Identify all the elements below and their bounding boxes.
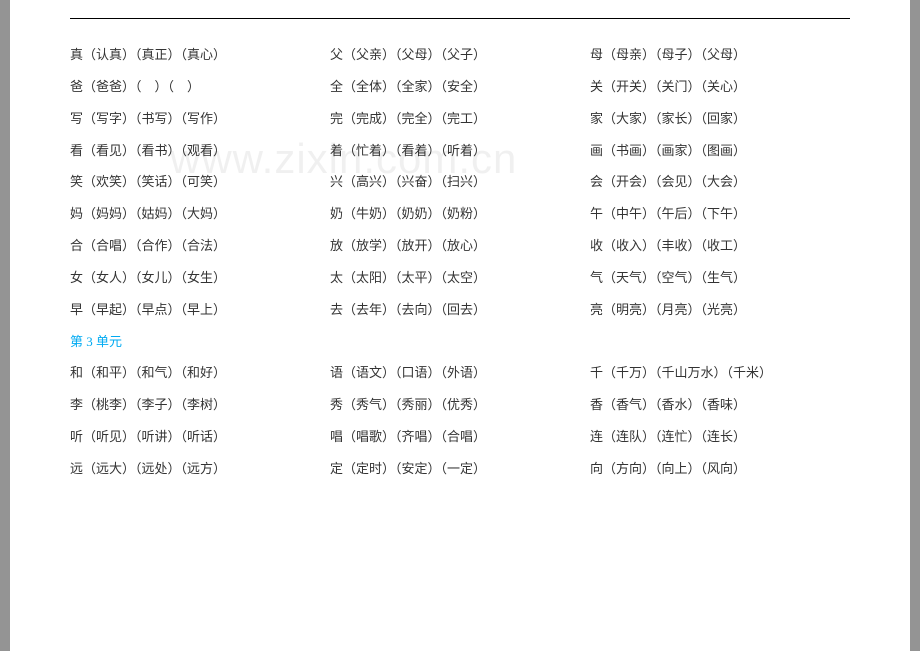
vocab-row: 远（远大）（远处）（远方）定（定时）（安定）（一定）向（方向）（向上）（风向） (70, 453, 850, 485)
cell: 完（完成）（完全）（完工） (330, 103, 590, 135)
cell: 远（远大）（远处）（远方） (70, 453, 330, 485)
vocab-row: 笑（欢笑）（笑话）（可笑）兴（高兴）（兴奋）（扫兴）会（开会）（会见）（大会） (70, 166, 850, 198)
top-rule (70, 18, 850, 19)
cell: 秀（秀气）（秀丽）（优秀） (330, 389, 590, 421)
cell: 和（和平）（和气）（和好） (70, 357, 330, 389)
cell: 兴（高兴）（兴奋）（扫兴） (330, 166, 590, 198)
cell: 女（女人）（女儿）（女生） (70, 262, 330, 294)
cell: 真（认真）（真正）（真心） (70, 39, 330, 71)
cell: 母（母亲）（母子）（父母） (590, 39, 746, 71)
content-block-1: 真（认真）（真正）（真心）父（父亲）（父母）（父子）母（母亲）（母子）（父母） … (70, 39, 850, 326)
vocab-row: 妈（妈妈）（姑妈）（大妈）奶（牛奶）（奶奶）（奶粉）午（中午）（午后）（下午） (70, 198, 850, 230)
vocab-row: 女（女人）（女儿）（女生）太（太阳）（太平）（太空）气（天气）（空气）（生气） (70, 262, 850, 294)
cell: 妈（妈妈）（姑妈）（大妈） (70, 198, 330, 230)
cell: 笑（欢笑）（笑话）（可笑） (70, 166, 330, 198)
cell: 唱（唱歌）（齐唱）（合唱） (330, 421, 590, 453)
cell: 全（全体）（全家）（安全） (330, 71, 590, 103)
cell: 看（看见）（看书）（观看） (70, 135, 330, 167)
cell: 气（天气）（空气）（生气） (590, 262, 746, 294)
vocab-row: 和（和平）（和气）（和好）语（语文）（口语）（外语）千（千万）（千山万水）（千米… (70, 357, 850, 389)
cell: 太（太阳）（太平）（太空） (330, 262, 590, 294)
vocab-row: 真（认真）（真正）（真心）父（父亲）（父母）（父子）母（母亲）（母子）（父母） (70, 39, 850, 71)
cell: 收（收入）（丰收）（收工） (590, 230, 746, 262)
unit-heading: 第 3 单元 (70, 326, 850, 358)
vocab-row: 爸（爸爸）（ ）（ ）全（全体）（全家）（安全）关（开关）（关门）（关心） (70, 71, 850, 103)
cell: 放（放学）（放开）（放心） (330, 230, 590, 262)
vocab-row: 看（看见）（看书）（观看）着（忙着）（看着）（听着）画（书画）（画家）（图画） (70, 135, 850, 167)
cell: 午（中午）（午后）（下午） (590, 198, 746, 230)
cell: 着（忙着）（看着）（听着） (330, 135, 590, 167)
cell: 千（千万）（千山万水）（千米） (590, 357, 772, 389)
cell: 亮（明亮）（月亮）（光亮） (590, 294, 746, 326)
cell: 家（大家）（家长）（回家） (590, 103, 746, 135)
vocab-row: 听（听见）（听讲）（听话）唱（唱歌）（齐唱）（合唱）连（连队）（连忙）（连长） (70, 421, 850, 453)
vocab-row: 写（写字）（书写）（写作）完（完成）（完全）（完工）家（大家）（家长）（回家） (70, 103, 850, 135)
cell: 语（语文）（口语）（外语） (330, 357, 590, 389)
cell: 李（桃李）（李子）（李树） (70, 389, 330, 421)
content-block-2: 和（和平）（和气）（和好）语（语文）（口语）（外语）千（千万）（千山万水）（千米… (70, 357, 850, 484)
cell: 关（开关）（关门）（关心） (590, 71, 746, 103)
cell: 奶（牛奶）（奶奶）（奶粉） (330, 198, 590, 230)
cell: 定（定时）（安定）（一定） (330, 453, 590, 485)
cell: 听（听见）（听讲）（听话） (70, 421, 330, 453)
cell: 向（方向）（向上）（风向） (590, 453, 746, 485)
cell: 爸（爸爸）（ ）（ ） (70, 71, 330, 103)
cell: 父（父亲）（父母）（父子） (330, 39, 590, 71)
cell: 画（书画）（画家）（图画） (590, 135, 746, 167)
cell: 会（开会）（会见）（大会） (590, 166, 746, 198)
vocab-row: 李（桃李）（李子）（李树）秀（秀气）（秀丽）（优秀）香（香气）（香水）（香味） (70, 389, 850, 421)
document-page: www.zixin.com.cn 真（认真）（真正）（真心）父（父亲）（父母）（… (10, 0, 910, 651)
cell: 早（早起）（早点）（早上） (70, 294, 330, 326)
cell: 合（合唱）（合作）（合法） (70, 230, 330, 262)
vocab-row: 早（早起）（早点）（早上）去（去年）（去向）（回去）亮（明亮）（月亮）（光亮） (70, 294, 850, 326)
cell: 连（连队）（连忙）（连长） (590, 421, 746, 453)
cell: 写（写字）（书写）（写作） (70, 103, 330, 135)
cell: 香（香气）（香水）（香味） (590, 389, 746, 421)
vocab-row: 合（合唱）（合作）（合法）放（放学）（放开）（放心）收（收入）（丰收）（收工） (70, 230, 850, 262)
cell: 去（去年）（去向）（回去） (330, 294, 590, 326)
